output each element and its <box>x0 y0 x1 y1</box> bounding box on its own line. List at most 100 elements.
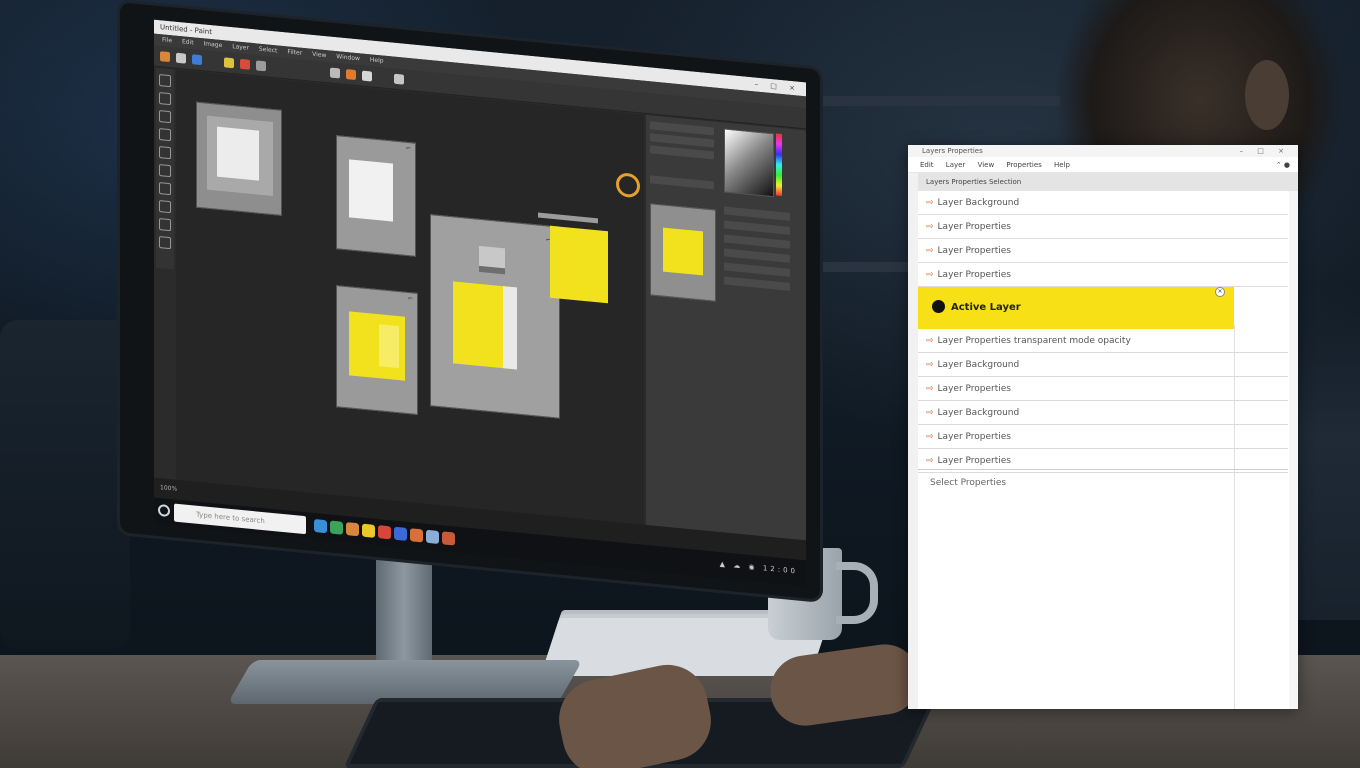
list-item[interactable]: ⇨ Layer Properties transparent mode opaci… <box>918 329 1288 353</box>
floating-yellow-layer[interactable] <box>550 225 608 304</box>
artboard[interactable]: ⌐ <box>336 135 416 257</box>
layers-icon[interactable] <box>362 70 372 82</box>
panel-tab[interactable] <box>650 175 714 190</box>
fill-tool-icon[interactable] <box>159 182 171 196</box>
settings-icon[interactable] <box>394 73 404 85</box>
text-tool-icon[interactable] <box>159 200 171 214</box>
app-icon[interactable] <box>426 529 439 545</box>
zoom-tool-icon[interactable] <box>159 236 171 250</box>
canvas-area[interactable]: ⌐ ⌐ ⌐ <box>176 69 644 525</box>
shape-tool-icon[interactable] <box>159 218 171 232</box>
app-icon[interactable] <box>314 518 327 534</box>
panel-row[interactable] <box>724 206 790 221</box>
list-item-label: Layer Properties <box>937 270 1011 280</box>
crop-icon[interactable] <box>256 60 266 72</box>
menu-select[interactable]: Select <box>259 46 278 55</box>
new-icon[interactable] <box>160 51 170 63</box>
select-tool-icon[interactable] <box>159 92 171 106</box>
panel-row[interactable] <box>724 276 790 291</box>
menu-filter[interactable]: Filter <box>287 48 302 56</box>
list-item[interactable]: ⇨ Layer Properties <box>918 263 1288 287</box>
app-icon[interactable] <box>378 525 391 540</box>
open-icon[interactable] <box>176 52 186 64</box>
ear <box>1245 60 1289 130</box>
tab-help[interactable]: Help <box>1054 161 1070 169</box>
system-tray[interactable]: ▲ ☁ ◉ 12:00 <box>720 560 798 576</box>
app-icon[interactable] <box>442 531 455 546</box>
list-item[interactable]: ⇨ Layer Properties <box>918 239 1288 263</box>
panel-row[interactable] <box>724 220 790 235</box>
menu-edit[interactable]: Edit <box>182 38 194 46</box>
menu-window[interactable]: Window <box>336 53 360 62</box>
menu-file[interactable]: File <box>162 36 172 44</box>
menu-layer[interactable]: Layer <box>232 43 249 52</box>
app-icon[interactable] <box>330 520 343 535</box>
zoom-level: 100% <box>160 484 178 493</box>
app-icon[interactable] <box>362 523 375 538</box>
panel-row[interactable] <box>724 248 790 263</box>
app-icon[interactable] <box>346 522 359 537</box>
list-footer[interactable]: Select Properties <box>918 469 1288 496</box>
artboard[interactable]: ⌐ <box>430 214 560 419</box>
list-item[interactable]: ⇨ Layer Background <box>918 353 1288 377</box>
hue-slider[interactable] <box>776 133 782 197</box>
app-icon[interactable] <box>410 528 423 543</box>
list-item[interactable]: ⇨ Layer Properties <box>918 215 1288 239</box>
office-chair <box>0 320 130 650</box>
layer-arrow-icon: ⇨ <box>926 456 934 466</box>
list-item-label: Layer Background <box>937 360 1020 370</box>
list-item-label: Active Layer <box>951 302 1021 313</box>
layer-arrow-icon: ⇨ <box>926 384 934 394</box>
app-icon[interactable] <box>394 526 407 541</box>
list-item[interactable]: ⇨ Layer Properties <box>918 377 1288 401</box>
dialog-tab-bar: Edit Layer View Properties Help ⌃ ● <box>908 157 1298 173</box>
artboard[interactable] <box>196 101 282 216</box>
layer-arrow-icon: ⇨ <box>926 222 934 232</box>
menu-view[interactable]: View <box>312 51 326 59</box>
tab-layer[interactable]: Layer <box>946 161 966 169</box>
brush-tool-icon[interactable] <box>159 128 171 142</box>
eraser-tool-icon[interactable] <box>159 164 171 178</box>
color-picker[interactable] <box>724 128 774 198</box>
artboard-handle-icon: ⌐ <box>407 295 413 303</box>
close-icon[interactable]: × <box>1215 287 1225 297</box>
fill-icon[interactable] <box>346 69 356 81</box>
list-item[interactable]: ⇨ Layer Properties <box>918 425 1288 449</box>
color-wheel-icon[interactable] <box>616 172 640 199</box>
artboard[interactable]: ⌐ <box>336 285 418 415</box>
tab-edit[interactable]: Edit <box>920 161 934 169</box>
layer-arrow-icon: ⇨ <box>926 408 934 418</box>
layer-label-bar <box>538 212 598 224</box>
layers-dialog: Layers Properties – □ × Edit Layer View … <box>908 145 1298 709</box>
eraser-icon[interactable] <box>240 58 250 70</box>
lasso-tool-icon[interactable] <box>159 110 171 124</box>
list-item-label: Layer Background <box>937 198 1020 208</box>
expand-icon[interactable]: ⌃ ● <box>1276 157 1290 173</box>
brush-icon[interactable] <box>224 57 234 69</box>
panel-row[interactable] <box>724 262 790 277</box>
menu-image[interactable]: Image <box>204 40 223 49</box>
dialog-title: Layers Properties <box>922 147 983 155</box>
list-item-label: Layer Properties <box>937 246 1011 256</box>
list-item-label: Layer Properties <box>937 384 1011 394</box>
list-item[interactable]: ⇨ Layer Background <box>918 401 1288 425</box>
list-item-label: Layer Properties <box>937 432 1011 442</box>
dialog-scrollbar[interactable] <box>1289 191 1298 709</box>
move-tool-icon[interactable] <box>159 74 171 88</box>
clock: 12:00 <box>762 564 798 576</box>
list-item[interactable]: ⇨ Layer Background <box>918 191 1288 215</box>
dialog-window-controls[interactable]: – □ × <box>1240 145 1290 157</box>
dialog-subheader: Layers Properties Selection <box>918 173 1298 191</box>
panel-tab[interactable] <box>650 145 714 160</box>
list-item-selected[interactable]: Active Layer <box>918 287 1234 329</box>
tab-properties[interactable]: Properties <box>1006 161 1041 169</box>
pencil-tool-icon[interactable] <box>159 146 171 160</box>
menu-help[interactable]: Help <box>370 56 384 64</box>
zoom-icon[interactable] <box>330 67 340 79</box>
mug-handle <box>836 562 878 624</box>
footer-label: Select Properties <box>930 478 1007 488</box>
tab-view[interactable]: View <box>978 161 995 169</box>
start-icon[interactable] <box>158 503 170 518</box>
panel-row[interactable] <box>724 234 790 249</box>
save-icon[interactable] <box>192 54 202 66</box>
